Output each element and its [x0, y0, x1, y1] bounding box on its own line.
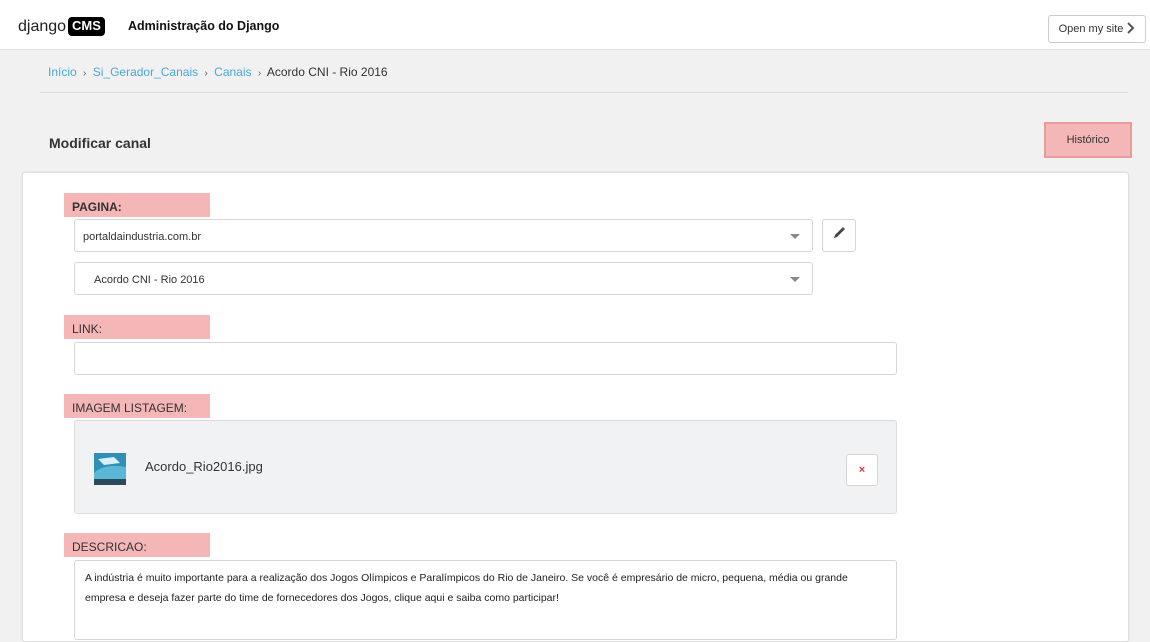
page-title: Modificar canal: [49, 135, 151, 151]
breadcrumb: Início › Si_Gerador_Canais › Canais › Ac…: [48, 65, 388, 79]
breadcrumb-separator: ›: [83, 68, 87, 79]
open-my-site-label: Open my site: [1058, 23, 1124, 35]
site-select-value: portaldaindustria.com.br: [83, 231, 202, 243]
site-title: Administração do Django: [128, 19, 280, 33]
pagina-label: PAGINA:: [64, 193, 210, 217]
page-select-value: Acordo CNI - Rio 2016: [94, 274, 205, 286]
breadcrumb-separator: ›: [204, 68, 208, 79]
descricao-textarea[interactable]: A indústria é muito importante para a re…: [74, 560, 897, 640]
link-input[interactable]: [74, 342, 897, 375]
logo-badge: CMS: [68, 17, 105, 36]
chevron-down-icon: [790, 234, 800, 239]
breadcrumb-divider: [40, 92, 1128, 93]
chevron-down-icon: [790, 277, 800, 282]
pencil-icon: [832, 226, 846, 245]
edit-page-button[interactable]: [822, 219, 856, 252]
top-bar: django CMS Administração do Django Open …: [0, 0, 1150, 50]
close-icon: ×: [858, 464, 866, 476]
image-file-name[interactable]: Acordo_Rio2016.jpg: [145, 459, 263, 474]
breadcrumb-link-app[interactable]: Si_Gerador_Canais: [93, 65, 198, 79]
open-my-site-button[interactable]: Open my site: [1048, 15, 1146, 43]
logo-text: django: [18, 17, 67, 35]
page-select[interactable]: Acordo CNI - Rio 2016: [74, 262, 813, 295]
chevron-right-icon: [1127, 21, 1135, 37]
breadcrumb-current: Acordo CNI - Rio 2016: [266, 65, 388, 79]
remove-image-button[interactable]: ×: [846, 454, 878, 486]
link-label: LINK:: [64, 315, 210, 339]
breadcrumb-link-canais[interactable]: Canais: [214, 65, 251, 79]
imagem-label: IMAGEM LISTAGEM:: [64, 394, 210, 418]
django-cms-logo[interactable]: django CMS: [18, 17, 105, 36]
site-select[interactable]: portaldaindustria.com.br: [74, 219, 813, 252]
history-button[interactable]: Histórico: [1044, 122, 1132, 158]
image-thumbnail[interactable]: [94, 453, 126, 485]
breadcrumb-separator: ›: [257, 68, 262, 79]
breadcrumb-link-inicio[interactable]: Início: [48, 65, 77, 79]
descricao-label: DESCRICAO:: [64, 533, 210, 557]
image-file-box: Acordo_Rio2016.jpg ×: [74, 420, 897, 514]
